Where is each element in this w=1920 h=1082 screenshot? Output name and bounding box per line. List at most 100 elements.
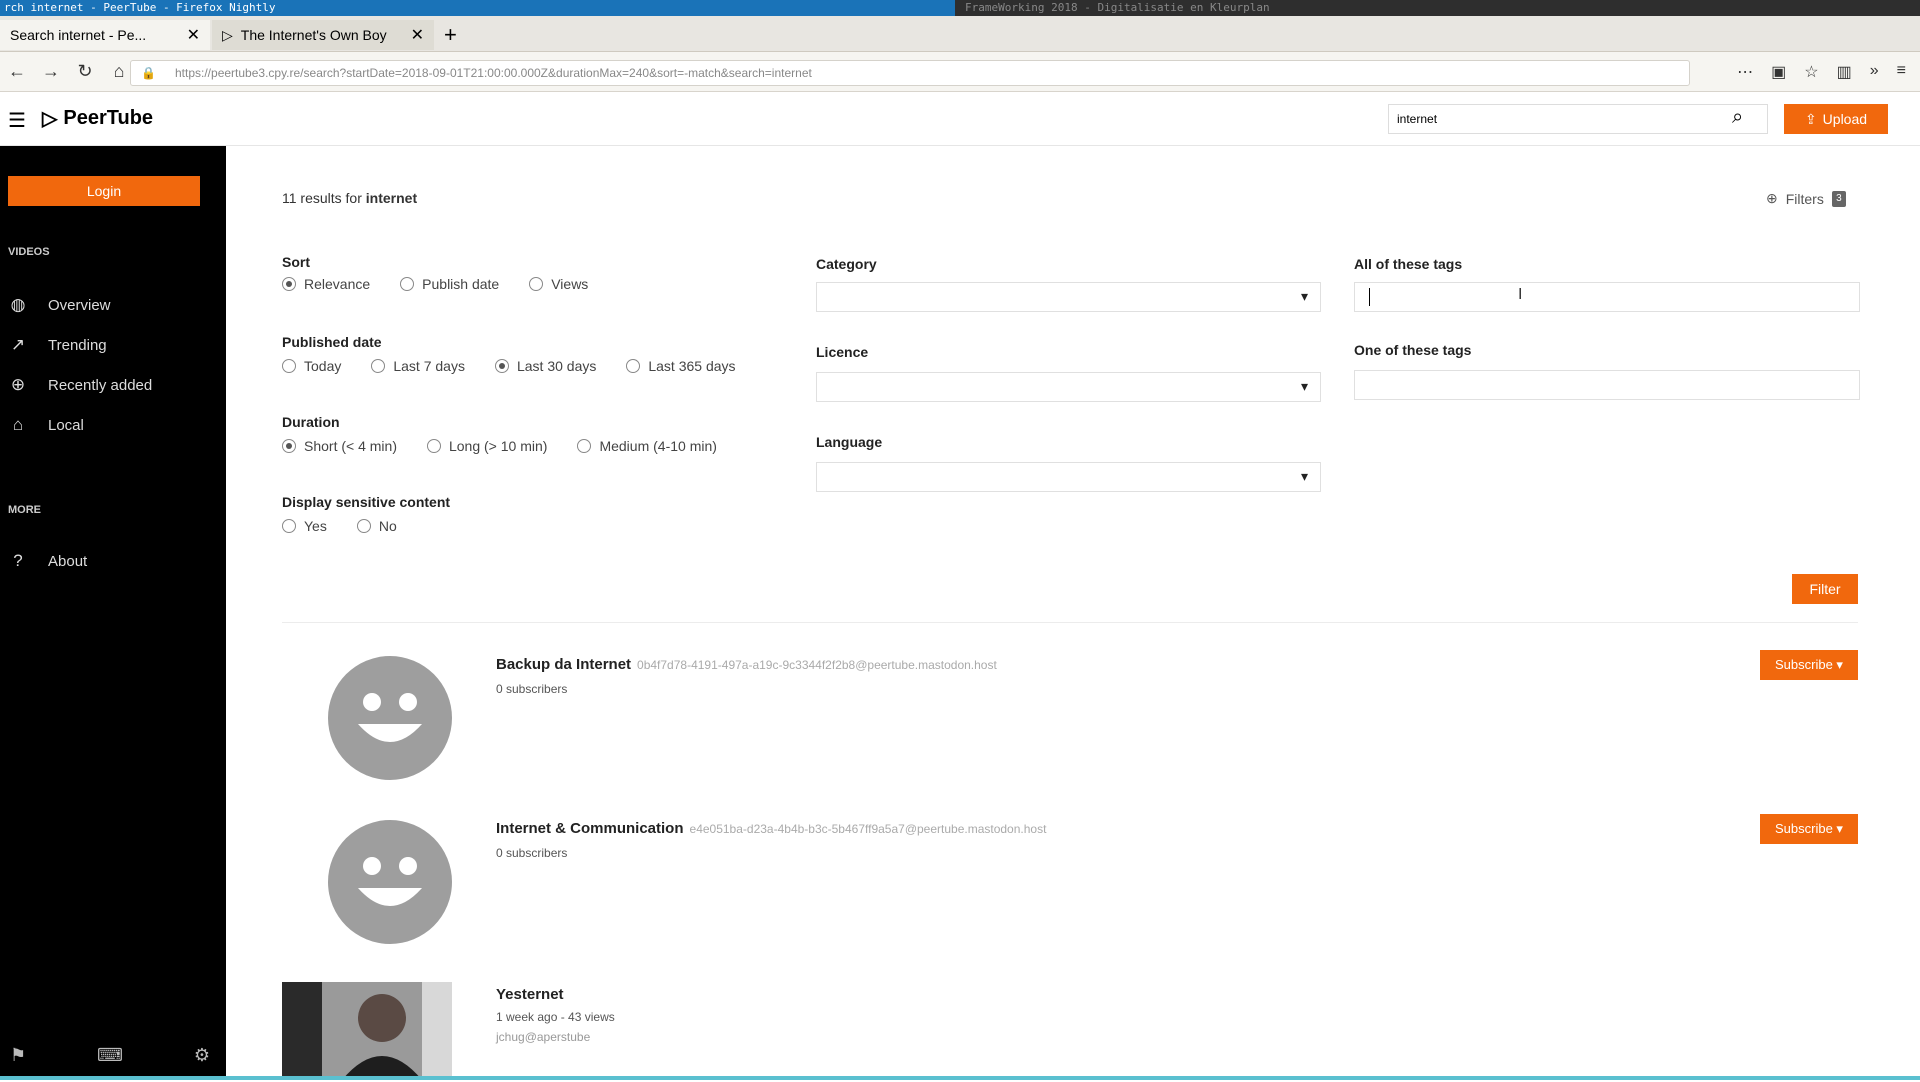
address-bar[interactable]: 🔒 https://peertube3.cpy.re/search?startD… xyxy=(130,60,1690,86)
url-text: https://peertube3.cpy.re/search?startDat… xyxy=(175,66,812,80)
video-title[interactable]: Yesternet xyxy=(496,986,564,1003)
all-tags-label: All of these tags xyxy=(1354,256,1463,272)
results-count: 11 results for internet xyxy=(282,190,417,206)
channel-result: Backup da Internet 0b4f7d78-4191-497a-a19… xyxy=(282,650,1858,806)
hamburger-menu-icon[interactable]: ≡ xyxy=(1897,62,1906,82)
back-icon[interactable]: ← xyxy=(0,61,34,82)
published-date-options: Today Last 7 days Last 30 days Last 365 … xyxy=(282,358,766,374)
forward-icon[interactable]: → xyxy=(34,61,68,82)
subscribe-button[interactable]: Subscribe ▾ xyxy=(1760,650,1858,680)
video-author[interactable]: jchug@aperstube xyxy=(496,1030,590,1044)
browser-toolbar: ← → ↻ ⌂ 🔒 https://peertube3.cpy.re/searc… xyxy=(0,52,1920,92)
sidebar: Login VIDEOS ◍ Overview ↗ Trending ⊕ Rec… xyxy=(0,146,226,1080)
sidebar-item-trending[interactable]: ↗ Trending xyxy=(8,330,107,360)
help-icon: ? xyxy=(13,551,23,570)
plus-circle-icon: ⊕ xyxy=(10,375,26,394)
pocket-icon[interactable]: ▣ xyxy=(1771,62,1786,82)
duration-medium-radio[interactable]: Medium (4-10 min) xyxy=(577,438,717,454)
results-prefix: 11 results for xyxy=(282,190,366,206)
text-cursor-icon: I xyxy=(1518,286,1523,303)
sidebar-item-about[interactable]: ? About xyxy=(8,546,87,576)
sort-views-radio[interactable]: Views xyxy=(529,276,588,292)
upload-button[interactable]: ⇪ Upload xyxy=(1784,104,1888,134)
results-query: internet xyxy=(365,190,418,206)
tab-internets-own-boy[interactable]: ▷ The Internet's Own Boy ✕ xyxy=(212,20,434,50)
sensitive-yes-radio[interactable]: Yes xyxy=(282,518,327,534)
channel-avatar[interactable] xyxy=(328,656,452,780)
close-tab-icon[interactable]: ✕ xyxy=(411,25,424,45)
upload-icon: ⇪ xyxy=(1804,110,1817,127)
peertube-header: ☰ ▷ PeerTube internet ⌕ ⇪ Upload xyxy=(0,92,1920,146)
channel-handle: 0b4f7d78-4191-497a-a19c-9c3344f2f2b8@pee… xyxy=(637,658,997,672)
sidebar-item-label: About xyxy=(48,552,88,570)
home-icon: ⌂ xyxy=(12,415,24,434)
channel-avatar[interactable] xyxy=(328,820,452,944)
channel-name[interactable]: Internet & Communication e4e051ba-d23a-4b… xyxy=(496,820,1046,837)
smiley-face-icon xyxy=(358,857,422,906)
os-secondary-title: FrameWorking 2018 - Digitalisatie en Kle… xyxy=(955,0,1920,16)
library-icon[interactable]: ▥ xyxy=(1837,62,1852,82)
sidebar-item-local[interactable]: ⌂ Local xyxy=(8,410,84,440)
duration-long-radio[interactable]: Long (> 10 min) xyxy=(426,438,547,454)
sensitive-content-label: Display sensitive content xyxy=(282,494,451,510)
login-button[interactable]: Login xyxy=(8,176,200,206)
published-today-radio[interactable]: Today xyxy=(282,358,341,374)
duration-short-radio[interactable]: Short (< 4 min) xyxy=(282,438,397,454)
video-thumbnail[interactable] xyxy=(282,982,452,1080)
new-tab-button[interactable]: + xyxy=(444,22,457,48)
upload-label: Upload xyxy=(1822,111,1868,127)
category-select[interactable] xyxy=(816,282,1321,312)
channel-subscribers: 0 subscribers xyxy=(496,846,568,860)
sidebar-item-recently-added[interactable]: ⊕ Recently added xyxy=(8,370,152,400)
bottom-strip xyxy=(0,1076,1920,1080)
filters-toggle[interactable]: ⊕ Filters 3 xyxy=(1766,190,1846,207)
menu-toggle-icon[interactable]: ☰ xyxy=(8,108,26,133)
text-caret xyxy=(1369,288,1370,306)
subscribe-button[interactable]: Subscribe ▾ xyxy=(1760,814,1858,844)
language-select[interactable] xyxy=(816,462,1321,492)
filters-label: Filters xyxy=(1785,190,1824,207)
sensitive-content-options: Yes No xyxy=(282,518,427,534)
main-content: 11 results for internet ⊕ Filters 3 Sort… xyxy=(226,146,1920,1080)
published-last-7-days-radio[interactable]: Last 7 days xyxy=(371,358,465,374)
globe-icon: ◍ xyxy=(10,295,26,314)
tab-search[interactable]: Search internet - Pe... ✕ xyxy=(0,20,210,50)
os-window-title: rch internet - PeerTube - Firefox Nightl… xyxy=(0,0,955,16)
licence-select[interactable] xyxy=(816,372,1321,402)
video-result: Yesternet 1 week ago - 43 views jchug@ap… xyxy=(282,982,1858,1082)
plus-circle-icon: ⊕ xyxy=(1766,190,1778,206)
channel-name[interactable]: Backup da Internet 0b4f7d78-4191-497a-a19… xyxy=(496,656,997,673)
peertube-logo[interactable]: ▷ PeerTube xyxy=(42,106,153,131)
search-input[interactable]: internet xyxy=(1388,104,1768,134)
search-icon[interactable]: ⌕ xyxy=(1732,106,1743,129)
close-tab-icon[interactable]: ✕ xyxy=(187,25,200,45)
sidebar-item-overview[interactable]: ◍ Overview xyxy=(8,290,111,320)
category-label: Category xyxy=(816,256,877,272)
language-icon[interactable]: ⚑ xyxy=(10,1045,26,1066)
settings-icon[interactable]: ⚙ xyxy=(194,1045,210,1066)
all-tags-input[interactable] xyxy=(1354,282,1860,312)
sidebar-item-label: Recently added xyxy=(48,376,153,394)
video-meta: 1 week ago - 43 views xyxy=(496,1010,615,1024)
tab-label: Search internet - Pe... xyxy=(10,27,147,43)
filter-button[interactable]: Filter xyxy=(1792,574,1858,604)
one-tags-input[interactable] xyxy=(1354,370,1860,400)
sort-publish-date-radio[interactable]: Publish date xyxy=(400,276,499,292)
sidebar-footer: ⚑ ⌨ ⚙ xyxy=(10,1045,210,1066)
trending-icon: ↗ xyxy=(10,335,26,354)
channel-result: Internet & Communication e4e051ba-d23a-4b… xyxy=(282,814,1858,970)
language-label: Language xyxy=(816,434,883,450)
lock-icon: 🔒 xyxy=(141,66,156,80)
channel-subscribers: 0 subscribers xyxy=(496,682,568,696)
page-actions-icon[interactable]: ⋯ xyxy=(1737,62,1753,82)
one-tags-label: One of these tags xyxy=(1354,342,1472,358)
published-last-365-days-radio[interactable]: Last 365 days xyxy=(626,358,736,374)
channel-handle: e4e051ba-d23a-4b4b-b3c-5b467ff9a5a7@peer… xyxy=(689,822,1047,836)
sort-relevance-radio[interactable]: Relevance xyxy=(282,276,370,292)
published-last-30-days-radio[interactable]: Last 30 days xyxy=(494,358,596,374)
sensitive-no-radio[interactable]: No xyxy=(356,518,397,534)
bookmark-star-icon[interactable]: ☆ xyxy=(1804,62,1818,82)
reload-icon[interactable]: ↻ xyxy=(68,61,102,82)
keyboard-icon[interactable]: ⌨ xyxy=(97,1045,123,1066)
overflow-menu-icon[interactable]: » xyxy=(1870,62,1879,82)
